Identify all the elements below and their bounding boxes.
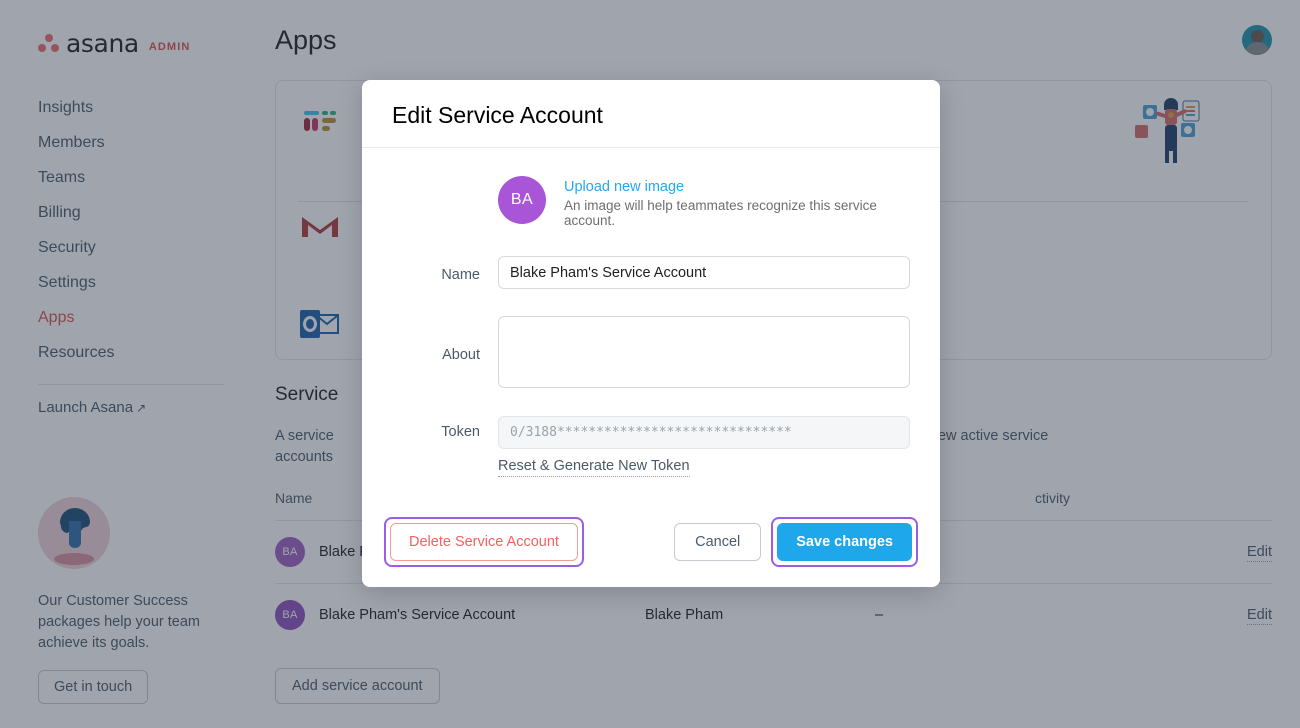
save-button-focus-ring: Save changes xyxy=(771,517,918,567)
reset-generate-token-link[interactable]: Reset & Generate New Token xyxy=(498,458,690,477)
field-row-about: About xyxy=(392,316,910,394)
about-textarea[interactable] xyxy=(498,316,910,388)
edit-service-account-modal: Edit Service Account BA Upload new image… xyxy=(362,80,940,587)
field-row-name: Name xyxy=(392,256,910,294)
modal-header: Edit Service Account xyxy=(362,80,940,148)
modal-footer: Delete Service Account Cancel Save chang… xyxy=(362,509,940,587)
modal-body: BA Upload new image An image will help t… xyxy=(362,148,940,509)
modal-title: Edit Service Account xyxy=(392,102,603,128)
cancel-button[interactable]: Cancel xyxy=(674,523,762,561)
name-input[interactable] xyxy=(498,256,910,289)
about-field-label: About xyxy=(442,347,480,363)
avatar-upload-row: BA Upload new image An image will help t… xyxy=(392,176,910,228)
upload-new-image-link[interactable]: Upload new image xyxy=(564,179,910,195)
avatar: BA xyxy=(498,176,546,224)
name-field-label: Name xyxy=(441,267,480,283)
upload-hint-text: An image will help teammates recognize t… xyxy=(564,198,877,228)
field-row-token: Token Reset & Generate New Token xyxy=(392,416,910,477)
page-root: asana ADMIN Insights Members Teams Billi… xyxy=(0,0,1300,728)
delete-service-account-button[interactable]: Delete Service Account xyxy=(390,523,578,561)
delete-button-focus-ring: Delete Service Account xyxy=(384,517,584,567)
save-changes-button[interactable]: Save changes xyxy=(777,523,912,561)
token-input[interactable] xyxy=(498,416,910,449)
token-field-label: Token xyxy=(441,424,480,440)
